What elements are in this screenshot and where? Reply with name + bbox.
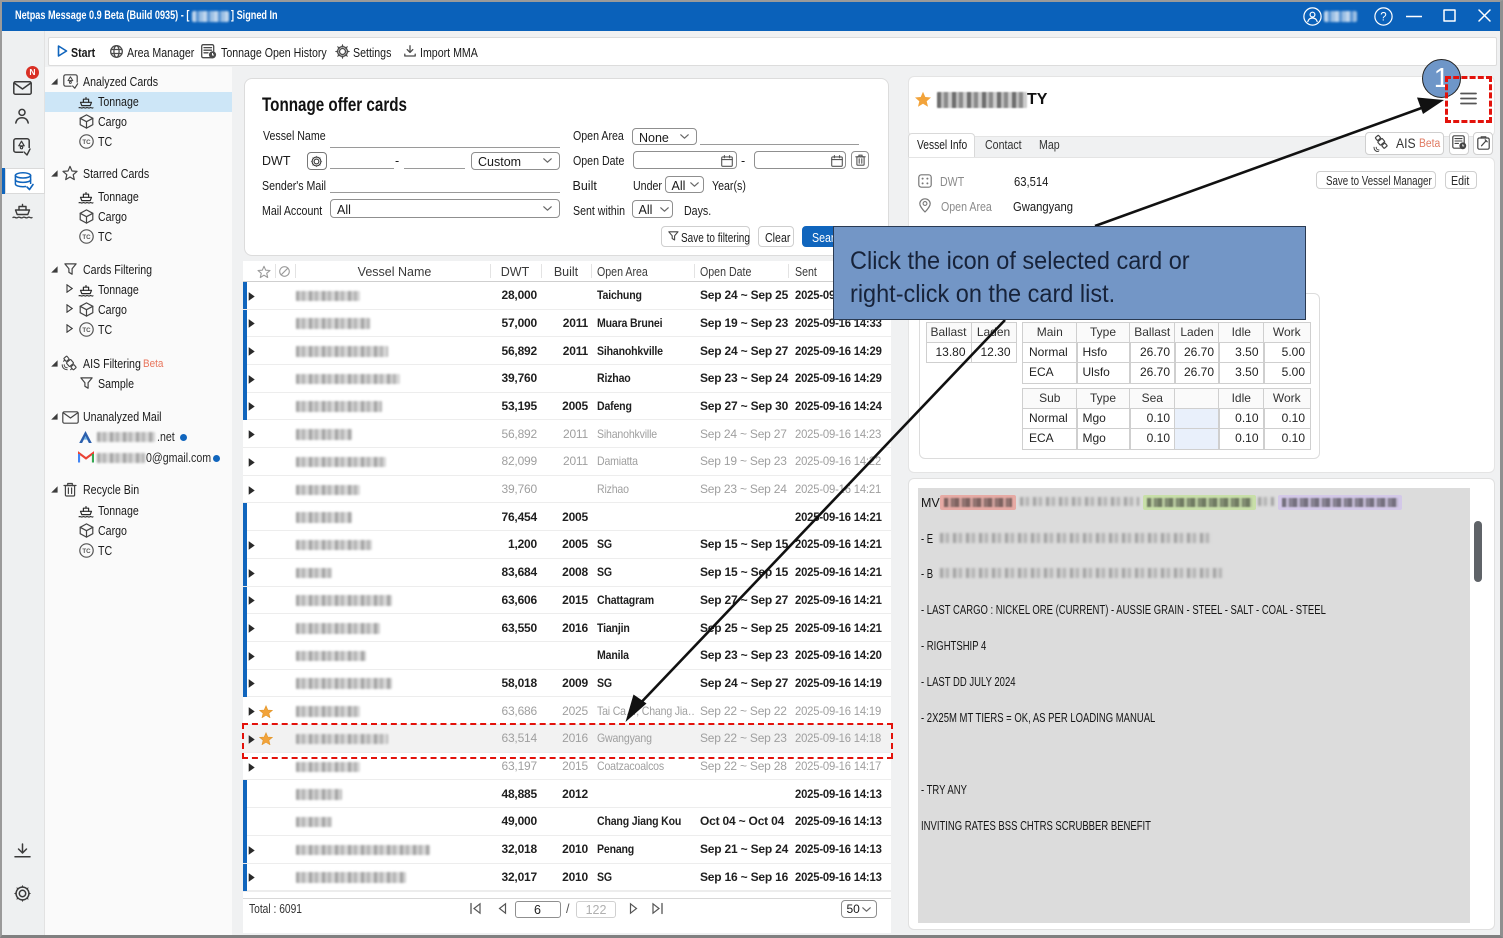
- svg-text:TC: TC: [82, 327, 91, 334]
- svg-text:TC: TC: [82, 139, 91, 146]
- svg-text:TC: TC: [82, 548, 91, 555]
- svg-text:?: ?: [1380, 12, 1386, 24]
- svg-text:TC: TC: [82, 234, 91, 241]
